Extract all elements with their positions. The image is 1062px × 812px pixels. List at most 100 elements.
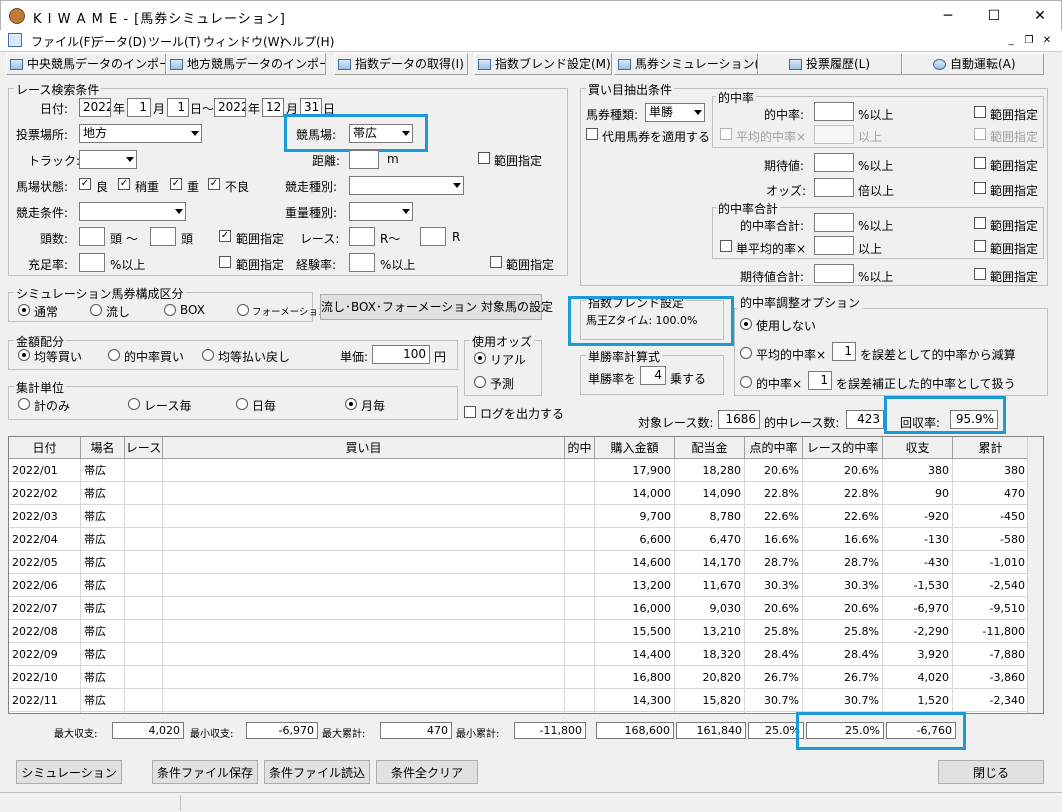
avg-hit-checkbox[interactable] — [720, 128, 732, 140]
cond-heavy-checkbox[interactable]: ✓ — [170, 178, 182, 190]
money-equal-radio[interactable] — [18, 349, 30, 361]
column-header-bet[interactable]: 買い目 — [163, 437, 565, 459]
odds-predict-radio[interactable] — [474, 376, 486, 388]
single-avg-range-checkbox[interactable] — [974, 240, 986, 252]
maximize-icon[interactable]: ☐ — [971, 1, 1017, 31]
mdi-minimize-icon[interactable]: _ — [1004, 34, 1018, 48]
hit-rate-range-checkbox[interactable] — [974, 106, 986, 118]
money-hitrate-radio[interactable] — [108, 349, 120, 361]
column-header-cumulative[interactable]: 累計 — [953, 437, 1029, 459]
column-header-balance[interactable]: 収支 — [883, 437, 953, 459]
table-row[interactable]: 2022/01 帯広 17,900 18,280 20.6% 20.6% 380 380 — [9, 459, 1029, 482]
sim-box-radio[interactable] — [164, 304, 176, 316]
column-header-point-hit-rate[interactable]: 点的中率 — [745, 437, 803, 459]
simulation-tab-button[interactable]: 馬券シミュレーション(B) — [614, 53, 758, 75]
heads-range-checkbox[interactable]: ✓ — [219, 230, 231, 242]
hit-rate-input[interactable] — [814, 102, 854, 121]
from-day-input[interactable]: 1 — [167, 98, 189, 117]
column-header-buy-amount[interactable]: 購入金額 — [595, 437, 675, 459]
target-horse-settings-button[interactable]: 流し･BOX･フォーメーション 対象馬の設定 — [320, 294, 553, 320]
column-header-venue[interactable]: 場名 — [81, 437, 125, 459]
sim-normal-radio[interactable] — [18, 304, 30, 316]
blend-settings-button[interactable]: 指数ブレンド設定(M) — [474, 53, 612, 75]
adjust-subtract-radio[interactable] — [740, 347, 752, 359]
table-row[interactable]: 2022/05 帯広 14,600 14,170 28.7% 28.7% -430 -1,01… — [9, 551, 1029, 574]
vote-history-button[interactable]: 投票履歴(L) — [758, 53, 902, 75]
race-from-input[interactable] — [349, 227, 375, 246]
table-row[interactable]: 2022/04 帯広 6,600 6,470 16.6% 16.6% -130 -580 — [9, 528, 1029, 551]
race-to-input[interactable] — [420, 227, 446, 246]
odds-min-input[interactable] — [814, 178, 854, 197]
avg-hit-input[interactable] — [814, 125, 854, 144]
auto-run-button[interactable]: 自動運転(A) — [902, 53, 1044, 75]
column-header-date[interactable]: 日付 — [9, 437, 81, 459]
fetch-index-button[interactable]: 指数データの取得(I) — [334, 53, 468, 75]
exp-rate-input[interactable] — [349, 253, 375, 272]
odds-range-checkbox[interactable] — [974, 182, 986, 194]
agg-total-radio[interactable] — [18, 398, 30, 410]
bet-kind-select[interactable]: 単勝 — [645, 103, 705, 122]
vertical-scrollbar[interactable] — [1027, 437, 1043, 713]
column-header-payout[interactable]: 配当金 — [675, 437, 745, 459]
cond-slightly-heavy-checkbox[interactable]: ✓ — [118, 178, 130, 190]
expect-range-checkbox[interactable] — [974, 157, 986, 169]
minimize-icon[interactable]: ─ — [925, 1, 971, 31]
column-header-race[interactable]: レース — [125, 437, 163, 459]
menu-tools[interactable]: ツール(T) — [148, 33, 201, 50]
clear-conditions-button[interactable]: 条件全クリア — [376, 760, 478, 784]
expect-sum-input[interactable] — [814, 264, 854, 283]
table-row[interactable]: 2022/10 帯広 16,800 20,820 26.7% 26.7% 4,020 -3,8… — [9, 666, 1029, 689]
expect-sum-range-checkbox[interactable] — [974, 268, 986, 280]
expect-input[interactable] — [814, 153, 854, 172]
to-year-input[interactable]: 2022 — [214, 98, 246, 117]
save-conditions-button[interactable]: 条件ファイル保存 — [152, 760, 258, 784]
to-month-input[interactable]: 12 — [262, 98, 284, 117]
adjust-subtract-input[interactable]: 1 — [832, 342, 856, 361]
agg-month-radio[interactable] — [345, 398, 357, 410]
menu-help[interactable]: ヘルプ(H) — [280, 33, 334, 50]
import-local-button[interactable]: 地方競馬データのインポート(N) — [166, 53, 326, 75]
cond-good-checkbox[interactable]: ✓ — [79, 178, 91, 190]
table-row[interactable]: 2022/02 帯広 14,000 14,090 22.8% 22.8% 90 470 — [9, 482, 1029, 505]
close-button[interactable]: 閉じる — [938, 760, 1044, 784]
sim-formation-radio[interactable] — [237, 304, 249, 316]
single-avg-input[interactable] — [814, 236, 854, 255]
hit-sum-range-checkbox[interactable] — [974, 217, 986, 229]
menu-window[interactable]: ウィンドウ(W) — [203, 33, 284, 50]
table-row[interactable]: 2022/08 帯広 15,500 13,210 25.8% 25.8% -2,290 -11… — [9, 620, 1029, 643]
agg-day-radio[interactable] — [236, 398, 248, 410]
distance-input[interactable] — [349, 150, 379, 169]
adjust-none-radio[interactable] — [740, 318, 752, 330]
win-calc-input[interactable]: 4 — [640, 366, 666, 385]
from-year-input[interactable]: 2022 — [79, 98, 111, 117]
race-cond-select[interactable] — [79, 202, 186, 221]
odds-real-radio[interactable] — [474, 352, 486, 364]
unit-price-input[interactable]: 100 — [372, 345, 430, 364]
import-central-button[interactable]: 中央競馬データのインポート(J) — [6, 53, 166, 75]
hit-sum-input[interactable] — [814, 213, 854, 232]
mdi-restore-icon[interactable]: ❐ — [1022, 34, 1036, 48]
table-row[interactable]: 2022/03 帯広 9,700 8,780 22.6% 22.6% -920 -450 — [9, 505, 1029, 528]
from-month-input[interactable]: 1 — [127, 98, 151, 117]
weight-type-select[interactable] — [349, 202, 413, 221]
exp-range-checkbox[interactable] — [490, 256, 502, 268]
table-row[interactable]: 2022/06 帯広 13,200 11,670 30.3% 30.3% -1,530 -2,… — [9, 574, 1029, 597]
fill-range-checkbox[interactable] — [219, 256, 231, 268]
distance-range-checkbox[interactable] — [478, 152, 490, 164]
money-payout-radio[interactable] — [202, 349, 214, 361]
column-header-race-hit-rate[interactable]: レース的中率 — [803, 437, 883, 459]
race-type-select[interactable] — [349, 176, 464, 195]
log-output-checkbox[interactable] — [464, 406, 476, 418]
table-row[interactable]: 2022/11 帯広 14,300 15,820 30.7% 30.7% 1,520 -2,3… — [9, 689, 1029, 712]
avg-hit-range-checkbox[interactable] — [974, 128, 986, 140]
adjust-correct-input[interactable]: 1 — [808, 371, 832, 390]
table-row[interactable]: 2022/07 帯広 16,000 9,030 20.6% 20.6% -6,970 -9,5… — [9, 597, 1029, 620]
cond-bad-checkbox[interactable]: ✓ — [208, 178, 220, 190]
agg-race-radio[interactable] — [128, 398, 140, 410]
menu-data[interactable]: データ(D) — [92, 33, 147, 50]
close-icon[interactable]: ✕ — [1017, 1, 1062, 31]
course-select[interactable] — [79, 150, 137, 169]
column-header-hit[interactable]: 的中 — [565, 437, 595, 459]
mdi-close-icon[interactable]: ✕ — [1040, 34, 1054, 48]
single-avg-checkbox[interactable] — [720, 240, 732, 252]
